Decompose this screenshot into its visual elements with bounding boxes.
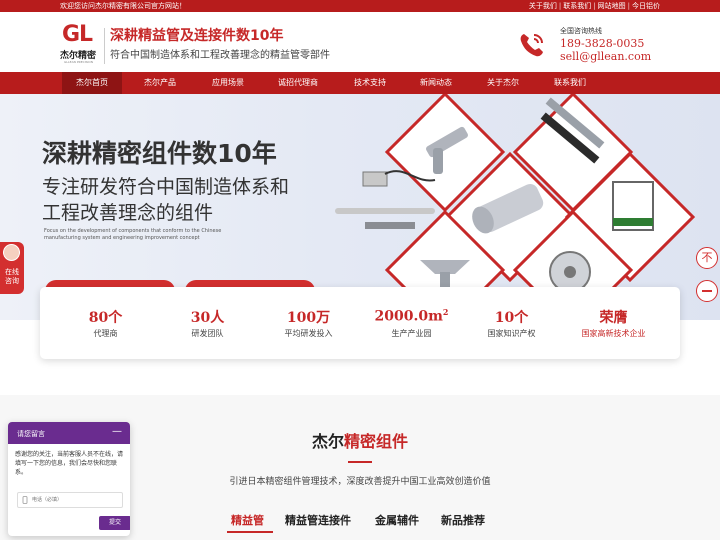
slogan-subtitle: 符合中国制造体系和工程改善理念的精益管零部件 <box>110 50 330 61</box>
nav-item-products[interactable]: 杰尔产品 <box>130 72 190 94</box>
top-bar: 欢迎您访问杰尔精密有限公司官方网站！ 关于我们 | 联系我们 | 网站地图 | 今日铝… <box>0 0 720 12</box>
message-widget-body: 感谢您的关注，当前客服人员不在线，请填写一下您的信息，我们会尽快和您联系。 <box>15 451 124 476</box>
logo[interactable]: GL 杰尔精密 GLLEAN PRECISION <box>60 22 102 64</box>
tab-lean-pipe[interactable]: 精益管 <box>231 512 264 528</box>
stat-rd-team: 30人 研发团队 <box>154 287 261 359</box>
stat-number: 10个 <box>494 310 529 326</box>
main-nav: 杰尔首页 杰尔产品 应用场景 诚招代理商 技术支持 新闻动态 关于杰尔 联系我们 <box>0 72 720 94</box>
nav-item-home[interactable]: 杰尔首页 <box>62 72 122 94</box>
welcome-text: 欢迎您访问杰尔精密有限公司官方网站！ <box>60 2 186 10</box>
logo-sub: GLLEAN PRECISION <box>64 60 93 64</box>
stat-number: 80个 <box>88 310 123 326</box>
nav-item-tech-support[interactable]: 技术支持 <box>340 72 400 94</box>
stats-card: 80个 代理商 30人 研发团队 100万 平均研发投入 2000.0m2 生产… <box>40 287 680 359</box>
stat-number-sup: 2 <box>442 307 449 317</box>
message-widget-title: 请您留言 <box>17 430 45 438</box>
stat-number: 2000.0m2 <box>358 307 465 325</box>
top-link-contact[interactable]: 联系我们 <box>563 0 591 12</box>
stat-number-value: 2000.0m <box>374 308 443 325</box>
logo-mark: GL <box>62 22 93 47</box>
submit-button[interactable]: 提交 <box>99 516 130 530</box>
stat-label: 生产产业园 <box>391 329 432 338</box>
nav-item-contact[interactable]: 联系我们 <box>540 72 600 94</box>
hotline-label: 全国咨询热线 <box>560 27 602 35</box>
message-widget-header[interactable]: 请您留言 — <box>8 422 130 444</box>
stat-rd-investment: 100万 平均研发投入 <box>255 287 362 359</box>
hotline-phone[interactable]: 189-3828-0035 <box>560 37 644 50</box>
stat-industrial-park: 2000.0m2 生产产业园 <box>358 287 465 359</box>
stat-number: 100万 <box>286 310 331 326</box>
hero-english-text: Focus on the development of components t… <box>44 228 222 241</box>
stat-honor: 荣膺 国家高新技术企业 <box>560 287 667 359</box>
hero-subline-1: 专注研发符合中国制造体系和 <box>42 176 290 198</box>
phone-input[interactable] <box>17 492 123 508</box>
tab-metal-accessories[interactable]: 金属辅件 <box>375 512 419 528</box>
section-title-underline <box>348 461 372 463</box>
stat-label: 平均研发投入 <box>284 329 333 338</box>
phone-icon <box>520 34 543 57</box>
nav-item-news[interactable]: 新闻动态 <box>406 72 466 94</box>
stat-label: 国家知识产权 <box>487 329 536 338</box>
stat-label: 代理商 <box>93 329 118 338</box>
float-minus-button[interactable] <box>696 280 718 302</box>
top-link-sitemap[interactable]: 网站地图 <box>598 0 626 12</box>
stat-number: 荣膺 <box>599 310 628 326</box>
nav-item-applications[interactable]: 应用场景 <box>198 72 258 94</box>
side-chat-label: 在线咨询 <box>5 268 19 285</box>
minus-icon <box>702 290 712 292</box>
hotline-email[interactable]: sell@gllean.com <box>560 50 651 63</box>
section-title-b: 精密组件 <box>344 432 409 451</box>
side-chat-tab[interactable]: 在线咨询 <box>0 242 24 294</box>
top-links: 关于我们 | 联系我们 | 网站地图 | 今日铝价 <box>528 0 660 12</box>
nav-item-about[interactable]: 关于杰尔 <box>473 72 533 94</box>
top-link-aluminum-price[interactable]: 今日铝价 <box>632 0 660 12</box>
tab-pipe-connectors[interactable]: 精益管连接件 <box>285 512 351 528</box>
top-link-about[interactable]: 关于我们 <box>529 0 557 12</box>
stat-ip: 10个 国家知识产权 <box>458 287 565 359</box>
product-accessories <box>335 170 436 229</box>
slogan-title: 深耕精益管及连接件数10年 <box>110 28 284 44</box>
message-widget: 请您留言 — 感谢您的关注，当前客服人员不在线，请填写一下您的信息，我们会尽快和… <box>8 422 130 536</box>
stat-label: 国家高新技术企业 <box>581 329 646 338</box>
agent-avatar <box>3 244 20 261</box>
stat-label: 研发团队 <box>191 329 224 338</box>
stat-agents: 80个 代理商 <box>52 287 159 359</box>
hero-subline-2: 工程改善理念的组件 <box>42 202 214 224</box>
phone-field-icon <box>22 496 28 504</box>
header-divider <box>104 28 105 64</box>
tab-active-underline <box>227 531 273 533</box>
nav-item-agents[interactable]: 诚招代理商 <box>268 72 328 94</box>
section-title-a: 杰尔 <box>311 432 344 451</box>
stat-number: 30人 <box>190 310 225 326</box>
tab-new-products[interactable]: 新品推荐 <box>441 512 485 528</box>
site-header: GL 杰尔精密 GLLEAN PRECISION 深耕精益管及连接件数10年 符… <box>0 12 720 72</box>
minimize-icon[interactable]: — <box>112 426 122 437</box>
float-top-button[interactable]: 不 <box>696 247 718 269</box>
hero-headline: 深耕精密组件数10年 <box>42 139 277 168</box>
